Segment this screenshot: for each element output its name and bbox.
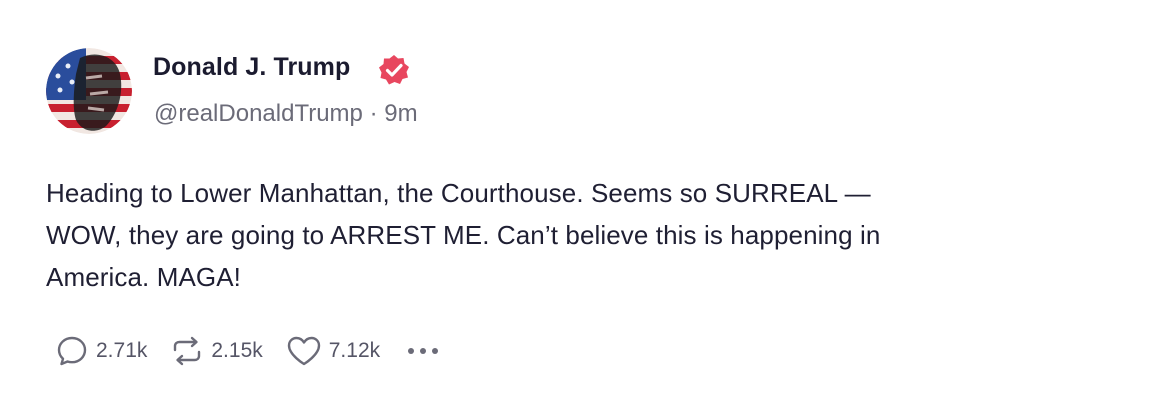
retruth-count: 2.15k xyxy=(211,339,263,362)
post-time[interactable]: 9m xyxy=(384,100,417,127)
reply-icon xyxy=(57,336,87,366)
reply-button[interactable]: 2.71k xyxy=(54,333,147,369)
post-actions: 2.71k 2.15k 7.12k xyxy=(54,334,444,368)
more-dots-icon xyxy=(408,348,415,354)
author-avatar[interactable] xyxy=(46,48,132,134)
post-line: America. MAGA! xyxy=(46,262,241,292)
retruth-icon xyxy=(174,336,201,366)
author-display-name[interactable]: Donald J. Trump xyxy=(153,53,350,82)
heart-icon xyxy=(287,336,320,366)
post-body: Heading to Lower Manhattan, the Courthou… xyxy=(46,172,1106,298)
author-handle[interactable]: @realDonaldTrump xyxy=(154,100,363,127)
like-button[interactable]: 7.12k xyxy=(285,333,380,369)
more-dots-icon xyxy=(420,348,427,354)
retruth-button[interactable]: 2.15k xyxy=(169,333,263,369)
more-dots-icon xyxy=(432,348,439,354)
flag-portrait-icon xyxy=(46,48,132,134)
author-meta: @realDonaldTrump · 9m xyxy=(154,100,418,128)
post-card: Donald J. Trump @realDonaldTrump · 9m He… xyxy=(0,0,1166,404)
verified-badge-icon xyxy=(379,55,409,85)
more-options-button[interactable] xyxy=(408,348,444,354)
post-line: Heading to Lower Manhattan, the Courthou… xyxy=(46,178,871,208)
reply-count: 2.71k xyxy=(96,339,148,362)
like-count: 7.12k xyxy=(328,339,381,362)
meta-separator: · xyxy=(369,100,378,127)
post-line: WOW, they are going to ARREST ME. Can’t … xyxy=(46,220,881,250)
